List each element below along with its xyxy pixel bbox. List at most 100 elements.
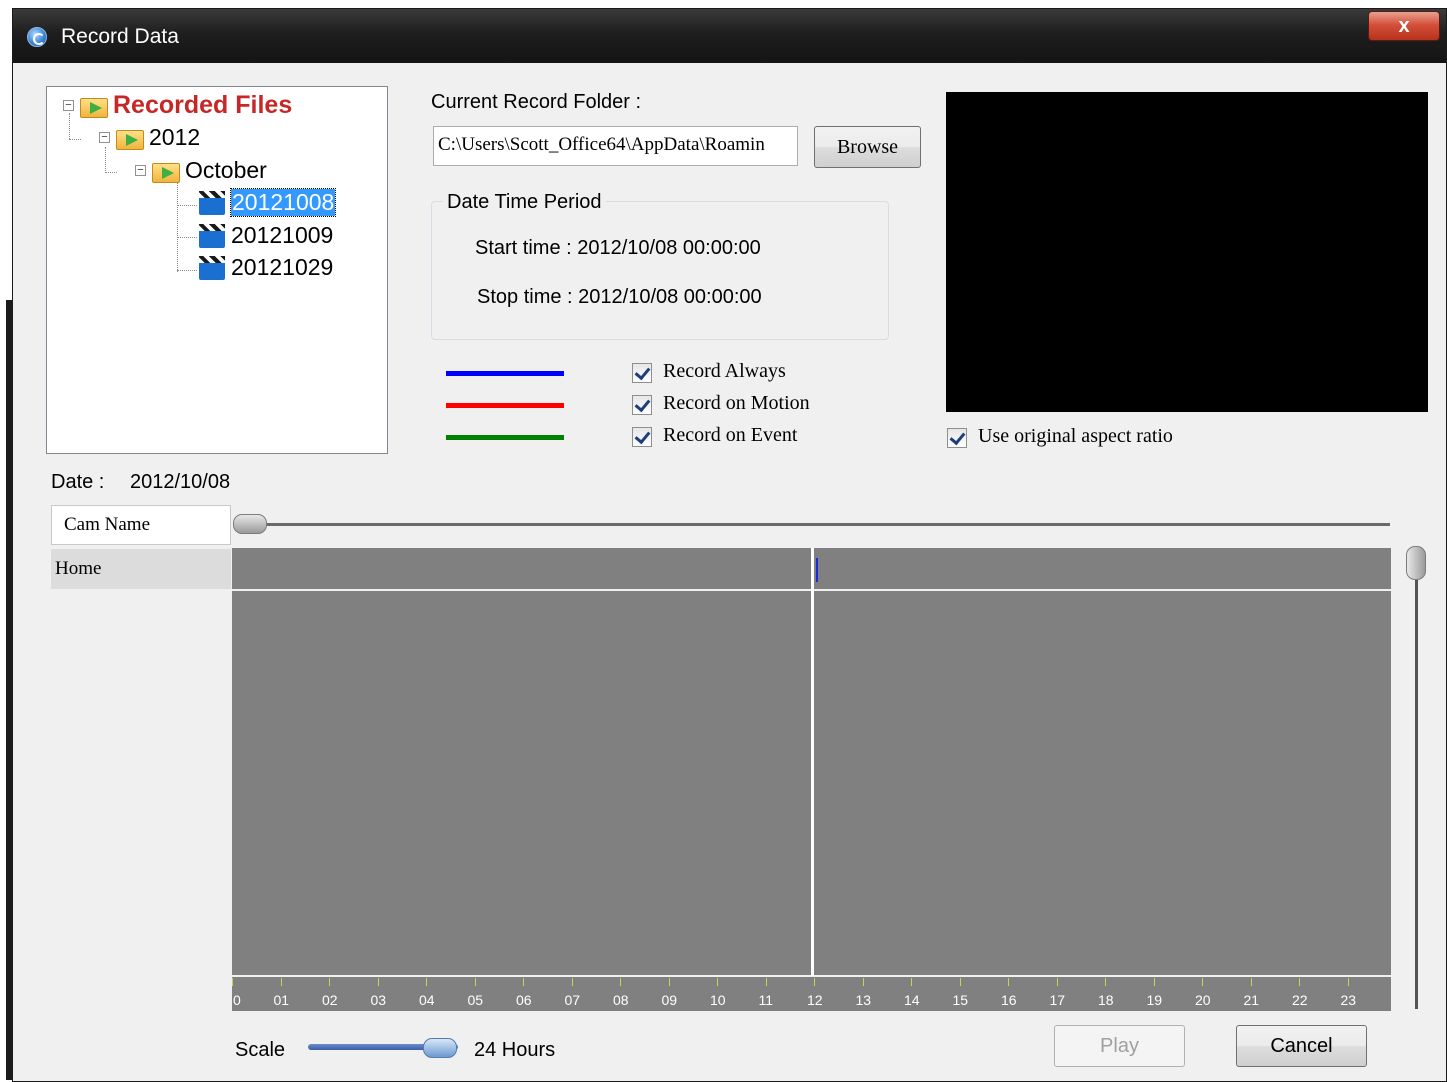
hour-tick-label: 09 — [661, 992, 678, 1008]
timeline-scroll-track[interactable] — [243, 523, 1390, 526]
timeline-cursor[interactable] — [811, 548, 814, 976]
hour-tick — [1347, 978, 1349, 986]
hour-tick-label: 06 — [516, 992, 532, 1008]
hour-tick — [426, 978, 427, 986]
hour-tick-label: 16 — [1001, 992, 1017, 1008]
hour-tick-label: 10 — [710, 992, 726, 1008]
hour-tick-label: 20 — [1195, 992, 1211, 1008]
aspect-ratio-label: Use original aspect ratio — [978, 425, 1173, 447]
tree-guide — [177, 237, 197, 238]
hour-tick-label: 0 — [233, 992, 241, 1008]
tree-guide — [105, 172, 117, 173]
hour-tick — [1153, 978, 1155, 986]
date-label: Date : — [51, 471, 105, 493]
hour-tick-label: 03 — [370, 992, 387, 1008]
scale-slider-thumb[interactable] — [423, 1038, 457, 1058]
date-time-period-title: Date Time Period — [443, 191, 606, 214]
hour-tick-label: 13 — [855, 992, 872, 1008]
hour-tick — [571, 978, 573, 986]
folder-icon — [80, 95, 108, 118]
tree-day-label: 20121009 — [231, 222, 334, 248]
hour-tick — [620, 978, 621, 986]
hour-tick-label: 15 — [952, 992, 969, 1008]
hour-tick — [765, 978, 767, 986]
tree-node-month[interactable]: − October — [135, 157, 267, 184]
tree-month-label: October — [185, 157, 267, 183]
hour-tick — [959, 978, 961, 986]
scale-label: Scale — [235, 1039, 286, 1061]
hour-tick-label: 07 — [564, 992, 581, 1008]
start-time-text: Start time : 2012/10/08 00:00:00 — [475, 237, 761, 259]
hour-tick-label: 08 — [613, 992, 629, 1008]
record-on-event-checkbox[interactable] — [632, 427, 652, 447]
close-button[interactable]: x — [1368, 11, 1440, 41]
desktop-edge — [0, 0, 12, 1082]
hour-tick — [1299, 978, 1300, 986]
collapse-icon[interactable]: − — [63, 100, 74, 111]
folder-icon — [116, 127, 144, 150]
hour-tick-label: 02 — [322, 992, 338, 1008]
hour-tick-label: 14 — [904, 992, 920, 1008]
recorded-files-tree[interactable]: − Recorded Files − 2012 − October 201210… — [46, 86, 388, 454]
hour-tick-label: 21 — [1243, 992, 1260, 1008]
hour-tick-label: 19 — [1146, 992, 1163, 1008]
legend-line-always — [446, 371, 564, 376]
hour-tick — [1008, 978, 1009, 986]
record-always-label: Record Always — [663, 360, 786, 382]
tree-node-root[interactable]: − Recorded Files — [63, 91, 292, 120]
tree-guide — [177, 180, 178, 272]
tree-guide — [69, 139, 81, 140]
hour-tick — [1202, 978, 1203, 986]
hour-tick — [911, 978, 912, 986]
zoom-slider-thumb[interactable] — [1406, 546, 1426, 580]
timeline-scroll-thumb[interactable] — [233, 514, 267, 534]
hour-tick-label: 11 — [758, 992, 774, 1008]
cam-name-header: Cam Name — [51, 505, 231, 545]
hour-tick-label: 18 — [1098, 992, 1114, 1008]
hour-tick-label: 23 — [1340, 992, 1357, 1008]
tree-guide — [177, 270, 197, 271]
hour-tick — [814, 978, 815, 986]
legend-line-event — [446, 435, 564, 440]
hour-tick-label: 05 — [467, 992, 484, 1008]
folder-icon — [152, 160, 180, 183]
tree-node-day[interactable]: 20121008 — [199, 188, 337, 217]
timeline-area[interactable]: 0 01 02 03 04 05 06 07 08 09 10 11 12 13 14 15 16 17 18 19 2… — [232, 548, 1391, 1011]
record-on-motion-label: Record on Motion — [663, 392, 810, 414]
hour-tick — [1105, 978, 1106, 986]
video-preview — [946, 92, 1428, 412]
browse-button[interactable]: Browse — [814, 126, 921, 168]
record-folder-input[interactable]: C:\Users\Scott_Office64\AppData\Roamin — [433, 126, 798, 166]
tree-node-year[interactable]: − 2012 — [99, 124, 200, 151]
record-on-motion-checkbox[interactable] — [632, 395, 652, 415]
hour-tick-label: 17 — [1049, 992, 1066, 1008]
tree-guide — [177, 205, 197, 206]
app-icon — [27, 27, 47, 47]
tree-day-label: 20121029 — [231, 254, 334, 280]
window-title: Record Data — [61, 25, 179, 48]
zoom-slider-track[interactable] — [1415, 569, 1418, 1009]
hour-tick — [717, 978, 718, 986]
title-bar[interactable]: Record Data x — [13, 9, 1446, 63]
play-button[interactable]: Play — [1054, 1025, 1185, 1067]
date-time-period-group — [431, 201, 889, 340]
aspect-ratio-checkbox[interactable] — [947, 428, 967, 448]
record-always-checkbox[interactable] — [632, 363, 652, 383]
record-folder-label: Current Record Folder : — [431, 91, 642, 113]
scale-value: 24 Hours — [474, 1039, 556, 1061]
stop-time-text: Stop time : 2012/10/08 00:00:00 — [477, 286, 762, 308]
video-clip-icon — [199, 255, 225, 280]
tree-node-day[interactable]: 20121029 — [199, 254, 333, 281]
hour-tick — [377, 978, 379, 986]
cam-row-home[interactable]: Home — [51, 549, 231, 589]
video-clip-icon — [199, 190, 225, 215]
tree-node-day[interactable]: 20121009 — [199, 222, 333, 249]
collapse-icon[interactable]: − — [135, 165, 146, 176]
hour-tick-label: 01 — [273, 992, 290, 1008]
collapse-icon[interactable]: − — [99, 132, 110, 143]
hour-tick-label: 22 — [1292, 992, 1308, 1008]
hour-tick — [280, 978, 282, 986]
hour-tick — [1056, 978, 1058, 986]
recording-segment-marker — [816, 558, 818, 582]
cancel-button[interactable]: Cancel — [1236, 1025, 1367, 1067]
